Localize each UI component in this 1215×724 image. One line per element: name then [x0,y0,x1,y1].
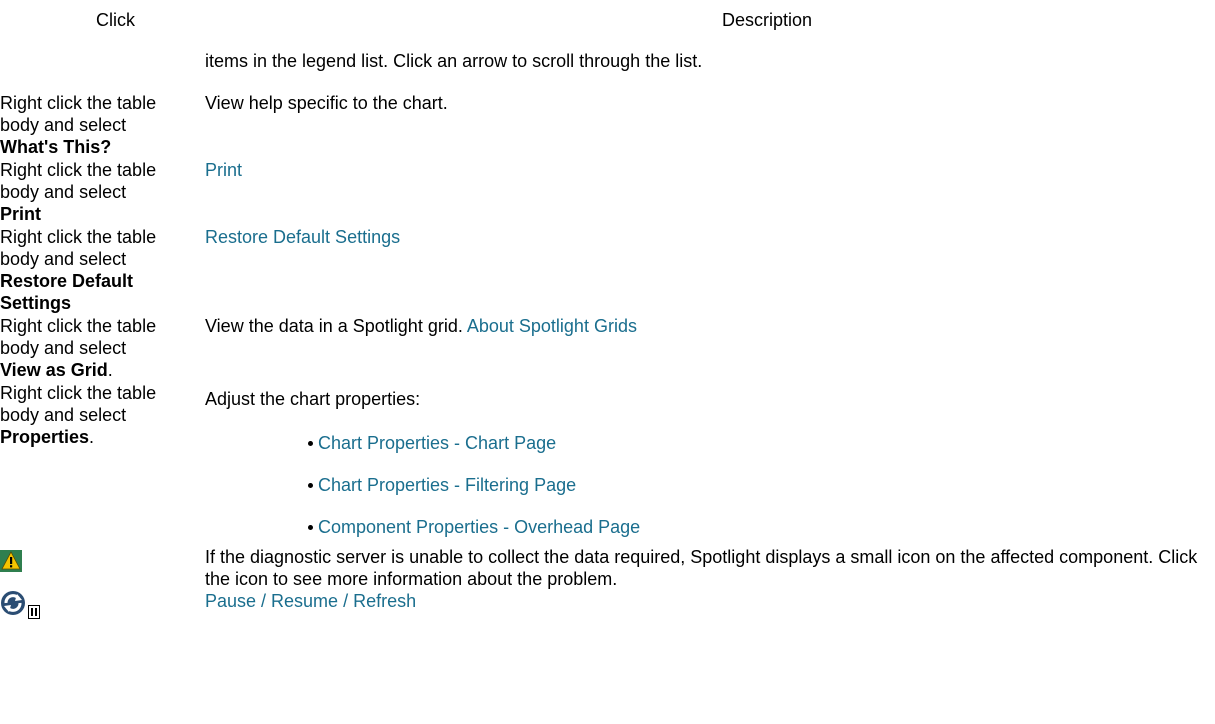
restore-default-settings-link[interactable]: Restore Default Settings [205,227,400,247]
click-instruction: Right click the table body and select [0,93,157,135]
column-header-click: Click [96,10,135,30]
description-cell: View the data in a Spotlight grid. About… [203,315,1215,382]
click-cell: Right click the table body and select Pr… [0,159,203,226]
help-page: Click Description items in the legend li… [0,0,1215,724]
click-cell [0,50,203,92]
table-row: Right click the table body and select Wh… [0,92,1215,159]
table-row: Right click the table body and select Re… [0,226,1215,315]
table-row: Pause / Resume / Refresh [0,590,1215,622]
help-table: items in the legend list. Click an arrow… [0,50,1215,622]
pause-resume-refresh-link[interactable]: Pause / Resume / Refresh [205,591,416,611]
description-text: View help specific to the chart. [205,93,448,113]
about-spotlight-grids-link[interactable]: About Spotlight Grids [467,316,637,336]
click-cell: Right click the table body and select Wh… [0,92,203,159]
click-cell: Right click the table body and select Re… [0,226,203,315]
refresh-icon [0,590,26,616]
table-row: If the diagnostic server is unable to co… [0,546,1215,590]
description-cell: Adjust the chart properties: Chart Prope… [203,382,1215,546]
description-text: View the data in a Spotlight grid. [205,316,463,336]
description-cell: items in the legend list. Click an arrow… [203,50,1215,92]
click-cell [0,546,203,590]
click-suffix: . [107,360,113,380]
menu-item-name: View as Grid [0,360,108,380]
pause-icon [28,602,40,619]
pause-refresh-icons [0,590,40,619]
menu-item-name: Properties [0,427,90,447]
description-cell: Pause / Resume / Refresh [203,590,1215,622]
menu-item-name: What's This? [0,137,112,157]
description-cell: Restore Default Settings [203,226,1215,315]
column-header-description: Description [722,10,813,30]
properties-links-list: Chart Properties - Chart Page Chart Prop… [205,432,1215,538]
click-cell: Right click the table body and select Pr… [0,382,203,546]
description-cell: Print [203,159,1215,226]
component-properties-overhead-page-link[interactable]: Component Properties - Overhead Page [318,517,640,537]
description-text: items in the legend list. Click an arrow… [205,51,703,71]
click-instruction: Right click the table body and select [0,160,157,202]
click-instruction: Right click the table body and select [0,316,157,358]
print-link[interactable]: Print [205,160,242,180]
list-item: Chart Properties - Filtering Page [308,474,1215,496]
click-cell [0,590,203,622]
description-text: Adjust the chart properties: [205,389,421,409]
warning-icon [0,550,22,572]
table-row: Right click the table body and select Pr… [0,382,1215,546]
click-instruction: Right click the table body and select [0,227,157,269]
list-item: Component Properties - Overhead Page [308,516,1215,538]
description-cell: If the diagnostic server is unable to co… [203,546,1215,590]
table-row: Right click the table body and select Vi… [0,315,1215,382]
menu-item-name: Print [0,204,42,224]
table-row: Right click the table body and select Pr… [0,159,1215,226]
table-row: items in the legend list. Click an arrow… [0,50,1215,92]
click-instruction: Right click the table body and select [0,383,157,425]
description-cell: View help specific to the chart. [203,92,1215,159]
chart-properties-chart-page-link[interactable]: Chart Properties - Chart Page [318,433,556,453]
description-text: If the diagnostic server is unable to co… [205,547,1198,589]
list-item: Chart Properties - Chart Page [308,432,1215,454]
click-suffix: . [89,427,95,447]
chart-properties-filtering-page-link[interactable]: Chart Properties - Filtering Page [318,475,576,495]
click-cell: Right click the table body and select Vi… [0,315,203,382]
menu-item-name: Restore Default Settings [0,271,134,313]
